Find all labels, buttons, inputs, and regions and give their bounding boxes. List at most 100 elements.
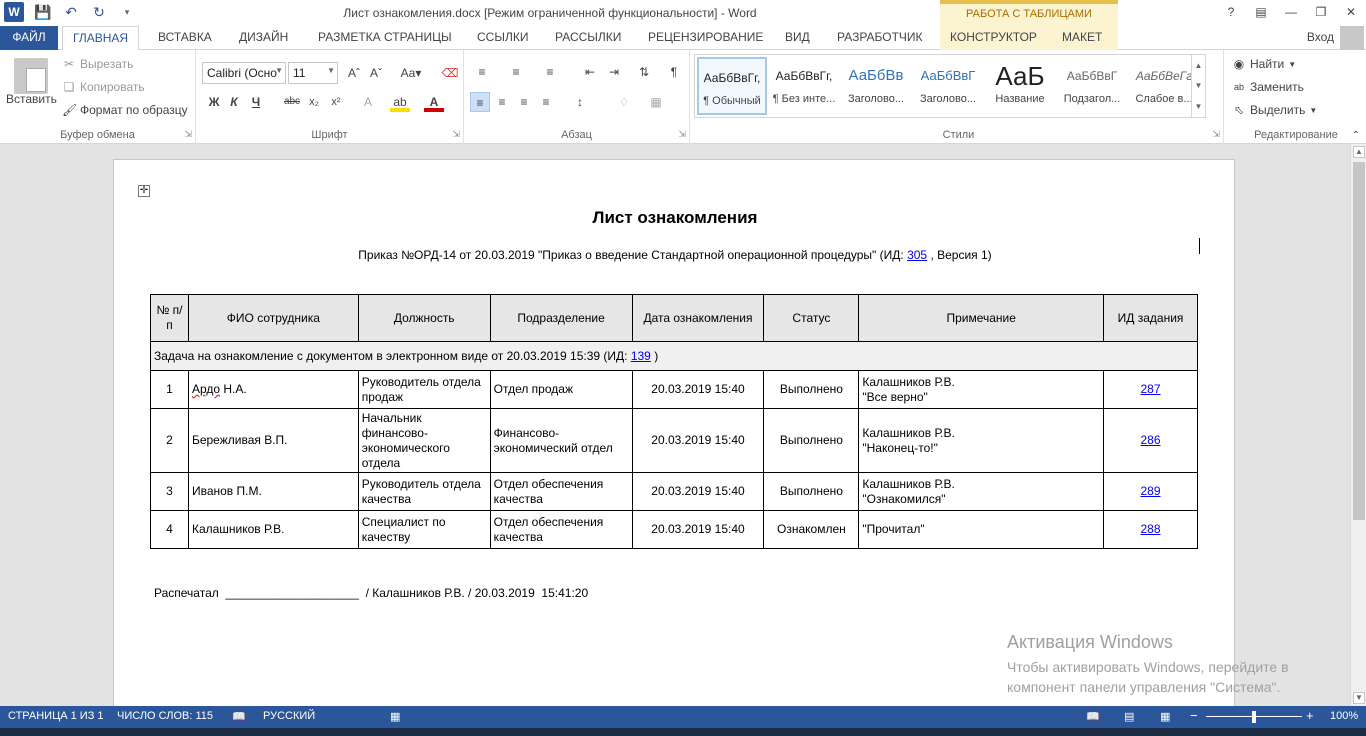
tab-references[interactable]: ССЫЛКИ: [467, 26, 538, 50]
font-color-icon[interactable]: A: [424, 92, 444, 112]
italic-icon[interactable]: К: [224, 92, 244, 112]
paragraph-launcher-icon[interactable]: ⇲: [678, 129, 686, 140]
change-case-icon[interactable]: Aa▾: [396, 63, 426, 83]
style-no-spacing[interactable]: АаБбВвГг, ¶ Без инте...: [769, 57, 839, 115]
tab-file[interactable]: ФАЙЛ: [0, 26, 58, 50]
find-button[interactable]: ◉ Найти ▼: [1232, 57, 1296, 71]
avatar[interactable]: [1340, 26, 1364, 50]
decrease-indent-icon[interactable]: ⇤: [580, 62, 600, 82]
paste-button[interactable]: Вставить: [6, 92, 57, 106]
tab-insert[interactable]: ВСТАВКА: [148, 26, 222, 50]
clear-formatting-icon[interactable]: ⌫: [440, 63, 460, 83]
tab-developer[interactable]: РАЗРАБОТЧИК: [827, 26, 933, 50]
show-marks-icon[interactable]: ¶: [664, 62, 684, 82]
tab-mailings[interactable]: РАССЫЛКИ: [545, 26, 631, 50]
font-size-box[interactable]: 11 ▼: [288, 62, 338, 84]
font-name-box[interactable]: Calibri (Осно ▼: [202, 62, 286, 84]
bullets-icon[interactable]: ≡: [472, 62, 492, 82]
copy-button[interactable]: ❏ Копировать: [62, 80, 145, 94]
proofing-icon[interactable]: 📖: [232, 710, 246, 723]
task-link[interactable]: 289: [1141, 484, 1161, 498]
underline-icon[interactable]: Ч: [246, 92, 266, 112]
chevron-up-icon[interactable]: ▲: [1195, 61, 1203, 70]
scroll-up-icon[interactable]: ▲: [1353, 146, 1365, 158]
justify-icon[interactable]: ≡: [536, 92, 556, 112]
bold-icon[interactable]: Ж: [204, 92, 224, 112]
tab-view[interactable]: ВИД: [775, 26, 820, 50]
styles-gallery-scroll[interactable]: ▲ ▼ ▼: [1191, 55, 1205, 117]
close-icon[interactable]: ✕: [1336, 0, 1366, 24]
macro-recording-icon[interactable]: ▦: [390, 710, 400, 723]
task-link[interactable]: 288: [1141, 522, 1161, 536]
align-center-icon[interactable]: ≡: [492, 92, 512, 112]
tab-page-layout[interactable]: РАЗМЕТКА СТРАНИЦЫ: [308, 26, 462, 50]
print-layout-icon[interactable]: ▤: [1124, 710, 1134, 723]
document-id-link[interactable]: 305: [907, 248, 927, 262]
borders-icon[interactable]: ▦: [646, 92, 666, 112]
language[interactable]: РУССКИЙ: [263, 710, 315, 722]
style-subtitle[interactable]: АаБбВвГ Подзагол...: [1057, 57, 1127, 115]
tab-table-design[interactable]: КОНСТРУКТОР: [940, 26, 1052, 50]
scroll-down-icon[interactable]: ▼: [1353, 692, 1365, 704]
table-move-handle-icon[interactable]: ✛: [138, 185, 150, 197]
page-count[interactable]: СТРАНИЦА 1 ИЗ 1: [8, 710, 104, 722]
zoom-slider-thumb[interactable]: [1252, 711, 1256, 723]
tab-review[interactable]: РЕЦЕНЗИРОВАНИЕ: [638, 26, 773, 50]
restore-icon[interactable]: ❐: [1306, 0, 1336, 24]
paragraph-group: ≡ ≡ ≡ ⇤ ⇥ ⇅ ¶ ≡ ≡ ≡ ≡ ↕ ♢ ▦ Абзац ⇲: [464, 50, 690, 144]
highlight-icon[interactable]: ab: [390, 92, 410, 112]
zoom-in-icon[interactable]: +: [1306, 708, 1314, 723]
task-id-link[interactable]: 139: [631, 349, 651, 363]
select-button[interactable]: ⬁ Выделить ▼: [1232, 103, 1317, 117]
zoom-level[interactable]: 100%: [1330, 710, 1358, 722]
cursor-icon: ⬁: [1233, 103, 1245, 117]
style-heading-1[interactable]: АаБбВв Заголово...: [841, 57, 911, 115]
web-layout-icon[interactable]: ▦: [1160, 710, 1170, 723]
shading-icon[interactable]: ♢: [614, 92, 634, 112]
chevron-down-icon[interactable]: ▼: [1195, 81, 1203, 90]
numbering-icon[interactable]: ≡: [506, 62, 526, 82]
read-mode-icon[interactable]: 📖: [1086, 710, 1100, 723]
sign-in-link[interactable]: Вход: [1307, 30, 1334, 44]
cut-button[interactable]: ✂ Вырезать: [62, 57, 133, 71]
line-spacing-icon[interactable]: ↕: [570, 92, 590, 112]
more-icon[interactable]: ▼: [1195, 102, 1203, 111]
paste-icon[interactable]: [14, 58, 48, 94]
grow-font-icon[interactable]: Aˆ: [344, 63, 364, 83]
scroll-thumb[interactable]: [1353, 162, 1365, 520]
strikethrough-icon[interactable]: abc: [282, 92, 302, 112]
increase-indent-icon[interactable]: ⇥: [604, 62, 624, 82]
text-effects-icon[interactable]: A: [358, 92, 378, 112]
styles-launcher-icon[interactable]: ⇲: [1212, 129, 1220, 140]
subscript-icon[interactable]: x₂: [304, 92, 324, 112]
format-painter-button[interactable]: 🖌 Формат по образцу: [62, 103, 188, 117]
ribbon-display-options-icon[interactable]: ▤: [1246, 0, 1276, 24]
replace-button[interactable]: ab Заменить: [1232, 80, 1304, 94]
superscript-icon[interactable]: x²: [326, 92, 346, 112]
document-page[interactable]: ✛ Лист ознакомления Приказ №ОРД-14 от 20…: [113, 159, 1235, 706]
styles-gallery: АаБбВвГг, ¶ Обычный АаБбВвГг, ¶ Без инте..…: [694, 54, 1206, 118]
font-launcher-icon[interactable]: ⇲: [452, 129, 460, 140]
style-heading-2[interactable]: АаБбВвГ Заголово...: [913, 57, 983, 115]
task-link[interactable]: 287: [1141, 382, 1161, 396]
word-count[interactable]: ЧИСЛО СЛОВ: 115: [117, 710, 213, 722]
document-subtitle: Приказ №ОРД-14 от 20.03.2019 "Приказ о в…: [358, 248, 992, 262]
minimize-icon[interactable]: —: [1276, 0, 1306, 24]
align-left-icon[interactable]: ≡: [470, 92, 490, 112]
multilevel-list-icon[interactable]: ≡: [540, 62, 560, 82]
tab-table-layout[interactable]: МАКЕТ: [1052, 26, 1118, 50]
vertical-scrollbar[interactable]: ▲ ▼: [1350, 144, 1366, 706]
collapse-ribbon-icon[interactable]: ⌃: [1352, 130, 1360, 141]
sort-icon[interactable]: ⇅: [634, 62, 654, 82]
clipboard-launcher-icon[interactable]: ⇲: [184, 129, 192, 140]
style-subtle-emphasis[interactable]: АаБбВеГг Слабое в...: [1129, 57, 1199, 115]
help-icon[interactable]: ?: [1216, 0, 1246, 24]
align-right-icon[interactable]: ≡: [514, 92, 534, 112]
shrink-font-icon[interactable]: Aˇ: [366, 63, 386, 83]
task-link[interactable]: 286: [1141, 433, 1161, 447]
zoom-out-icon[interactable]: −: [1190, 708, 1198, 723]
tab-home[interactable]: ГЛАВНАЯ: [62, 26, 140, 51]
style-normal[interactable]: АаБбВвГг, ¶ Обычный: [697, 57, 767, 115]
tab-design[interactable]: ДИЗАЙН: [229, 26, 298, 50]
style-title[interactable]: АаБ Название: [985, 57, 1055, 115]
